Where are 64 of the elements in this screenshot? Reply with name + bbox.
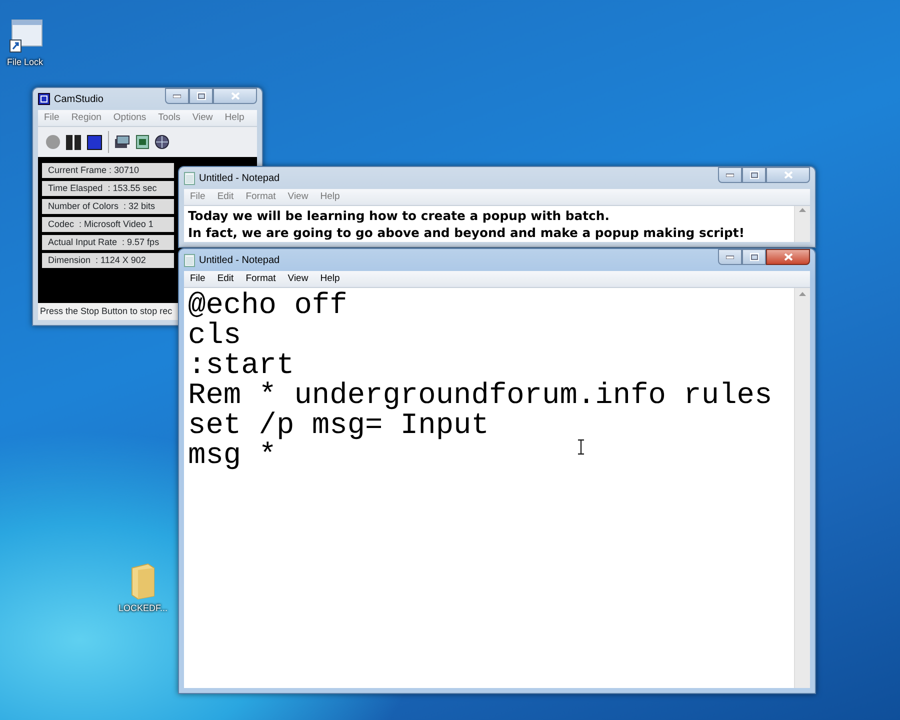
maximize-button[interactable] (742, 249, 766, 265)
menu-item[interactable]: Options (113, 110, 146, 126)
windows-icon[interactable] (115, 135, 130, 149)
stat-row: Number of Colors : 32 bits (42, 199, 174, 214)
stat-row: Actual Input Rate : 9.57 fps (42, 235, 174, 250)
text-line: Rem * undergroundforum.info rules (188, 380, 772, 410)
menu-item[interactable]: Format (246, 190, 276, 204)
notepad-icon (184, 172, 195, 184)
minimize-button[interactable] (718, 249, 742, 265)
close-button[interactable] (766, 249, 810, 265)
window-shortcut-icon[interactable] (7, 18, 43, 54)
close-icon (784, 171, 792, 179)
menu-item[interactable]: Region (71, 110, 102, 126)
scroll-up-arrow-icon[interactable] (799, 208, 806, 212)
maximize-button[interactable] (189, 88, 213, 104)
pause-icon[interactable] (66, 134, 81, 150)
text-area[interactable]: Today we will be learning how to create a popup with batch. In fact, we are going to go above and beyond and make a popup making script! (184, 206, 810, 242)
close-icon (230, 92, 240, 100)
maximize-icon (750, 171, 758, 179)
stat-row: Codec : Microsoft Video 1 (42, 217, 174, 232)
minimize-button[interactable] (165, 88, 189, 104)
text-line: :start (188, 350, 294, 380)
record-icon[interactable] (46, 135, 60, 149)
maximize-icon (750, 253, 758, 261)
text-area[interactable]: @echo off cls :start Rem * undergroundforum.info rules set /p msg= Input msg * (184, 288, 810, 688)
window-title: Untitled - Notepad (199, 254, 280, 268)
stat-row: Dimension : 1124 X 902 (42, 253, 174, 268)
text-line: cls (188, 320, 242, 350)
minimize-icon (726, 173, 734, 177)
window-title: Untitled - Notepad (199, 172, 280, 186)
text-line: Today we will be learning how to create a popup with batch. (188, 207, 610, 224)
menu-item[interactable]: File (44, 110, 60, 126)
minimize-icon (726, 255, 734, 259)
menu-item[interactable]: File (190, 272, 206, 286)
camera-icon[interactable] (136, 135, 149, 149)
menu-item[interactable]: Help (224, 110, 244, 126)
text-line: set /p msg= Input (188, 410, 489, 440)
menu-item[interactable]: Format (246, 272, 276, 286)
text-line: In fact, we are going to go above and beyond and make a popup making script! (188, 224, 744, 241)
globe-icon[interactable] (155, 135, 169, 149)
notepad-icon (184, 254, 195, 266)
maximize-button[interactable] (742, 167, 766, 183)
menu-item[interactable]: View (192, 110, 213, 126)
menu-item[interactable]: Help (320, 272, 340, 286)
minimize-button[interactable] (718, 167, 742, 183)
stop-icon[interactable] (87, 134, 102, 150)
text-line: msg * (188, 440, 277, 470)
menu-item[interactable]: Edit (217, 272, 234, 286)
menu-item[interactable]: View (288, 272, 308, 286)
scroll-up-arrow-icon[interactable] (799, 292, 806, 296)
stat-row: Current Frame : 30710 (42, 163, 174, 178)
menu-item[interactable]: Tools (158, 110, 180, 126)
desktop-icon-label[interactable]: File Lock (6, 56, 43, 70)
window-title: CamStudio (54, 92, 104, 106)
text-cursor-icon (577, 439, 585, 455)
maximize-icon (196, 92, 206, 100)
menu-item[interactable]: View (288, 190, 308, 204)
menu-item[interactable]: File (190, 190, 206, 204)
close-icon (784, 253, 792, 261)
desktop-icon-label[interactable]: LOCKEDF... (118, 602, 168, 616)
menu-item[interactable]: Help (320, 190, 340, 204)
stat-row: Time Elasped : 153.55 sec (42, 181, 174, 196)
minimize-icon (173, 94, 181, 98)
menu-item[interactable]: Edit (217, 190, 234, 204)
